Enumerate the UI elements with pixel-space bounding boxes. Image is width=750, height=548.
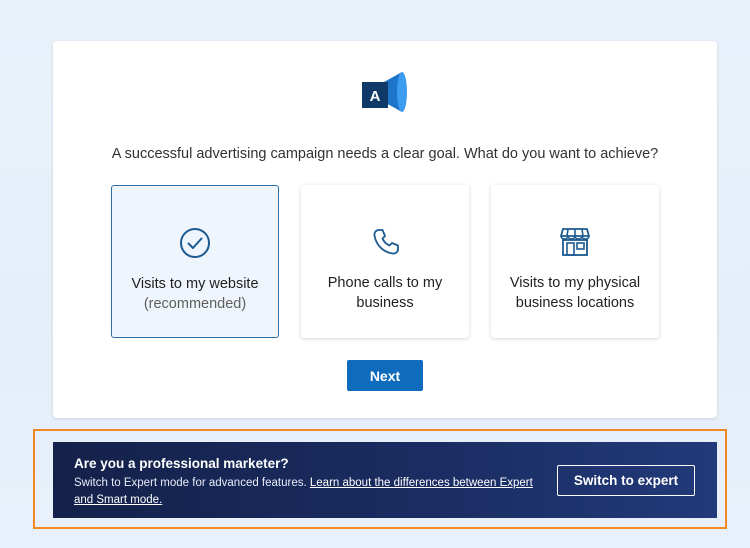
storefront-icon — [560, 228, 590, 256]
check-circle-icon — [180, 228, 210, 258]
goal-option-store-visits[interactable]: Visits to my physical business locations — [491, 185, 659, 338]
banner-title: Are you a professional marketer? — [74, 456, 289, 471]
microsoft-advertising-logo-icon: A — [362, 72, 407, 112]
goal-question: A successful advertising campaign needs … — [111, 146, 659, 162]
logo-letter: A — [370, 88, 381, 105]
banner-description: Switch to Expert mode for advanced featu… — [74, 475, 554, 509]
goal-option-label: Visits to my website — [131, 276, 259, 292]
expert-mode-banner: Are you a professional marketer? Switch … — [53, 442, 717, 518]
goal-option-sublabel: (recommended) — [143, 296, 247, 312]
next-button[interactable]: Next — [347, 360, 423, 391]
campaign-goal-card: A A successful advertising campaign need… — [53, 41, 717, 418]
goal-option-label: Phone calls to my business — [327, 275, 443, 311]
phone-icon — [373, 229, 399, 255]
banner-description-text: Switch to Expert mode for advanced featu… — [74, 477, 307, 489]
goal-option-label: Visits to my physical business locations — [509, 275, 641, 311]
goal-option-phone-calls[interactable]: Phone calls to my business — [301, 185, 469, 338]
goal-option-website-visits[interactable]: Visits to my website (recommended) — [111, 185, 279, 338]
switch-to-expert-button[interactable]: Switch to expert — [557, 465, 695, 496]
